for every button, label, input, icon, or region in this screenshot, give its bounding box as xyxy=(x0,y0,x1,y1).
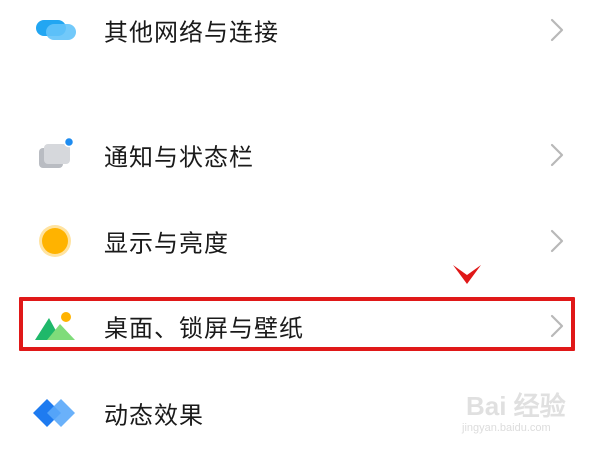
chevron-right-icon xyxy=(550,18,564,42)
watermark-brand: Bai 经验 xyxy=(466,391,566,421)
watermark-url: jingyan.baidu.com xyxy=(462,422,551,434)
settings-item-display[interactable]: 显示与亮度 xyxy=(0,211,600,271)
motion-effects-icon xyxy=(33,399,75,427)
settings-item-label: 其他网络与连接 xyxy=(104,18,279,47)
notification-statusbar-icon xyxy=(39,136,75,168)
settings-item-other-network[interactable]: 其他网络与连接 xyxy=(0,0,600,60)
display-brightness-icon xyxy=(39,225,71,257)
settings-item-label: 显示与亮度 xyxy=(104,229,229,258)
settings-item-notification[interactable]: 通知与状态栏 xyxy=(0,125,600,185)
chevron-right-icon xyxy=(550,143,564,167)
network-connection-icon xyxy=(36,20,76,40)
settings-screen: 其他网络与连接 通知与状态栏 显示与亮度 桌面、锁屏与壁纸 动态效果 Bai 经… xyxy=(0,0,600,450)
pointer-arrow-icon xyxy=(453,265,481,284)
settings-item-label: 通知与状态栏 xyxy=(104,143,254,172)
chevron-right-icon xyxy=(550,229,564,253)
highlight-box xyxy=(19,297,575,351)
settings-item-label: 动态效果 xyxy=(104,401,204,430)
watermark: Bai 经验 jingyan.baidu.com xyxy=(456,382,586,442)
